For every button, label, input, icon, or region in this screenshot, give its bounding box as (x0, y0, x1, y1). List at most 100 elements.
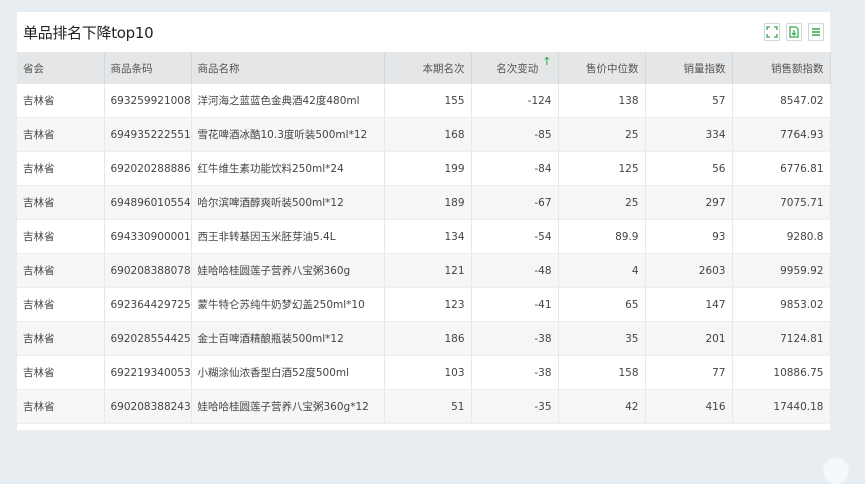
cell-sales-amount-index: 7124.81 (732, 321, 831, 356)
cell-sales-volume-index: 416 (645, 389, 733, 424)
cell-median-price: 138 (558, 84, 646, 118)
table-row[interactable]: 吉林省 6920285544256 金士百啤酒精酿瓶装500ml*12 186 -38 3… (17, 321, 831, 356)
table-row[interactable]: 吉林省 6902083882433 娃哈哈桂圆莲子营养八宝粥360g*12 51 -35… (17, 389, 831, 424)
cell-product-name: 西王非转基因玉米胚芽油5.4L (191, 219, 385, 254)
cell-rank-change: -84 (471, 151, 559, 186)
cell-median-price: 25 (558, 185, 646, 220)
cell-current-rank: 186 (384, 321, 472, 356)
cell-barcode: 6923644297251 (104, 287, 192, 322)
cell-province: 吉林省 (17, 389, 105, 424)
cell-sales-volume-index: 334 (645, 117, 733, 152)
cell-sales-amount-index: 9853.02 (732, 287, 831, 322)
cell-product-name: 小糊涂仙浓香型白酒52度500ml (191, 355, 385, 390)
cell-current-rank: 121 (384, 253, 472, 288)
cell-barcode: 6922193400532 (104, 355, 192, 390)
col-rank-change-label: 名次变动 (496, 62, 539, 75)
cell-sales-volume-index: 77 (645, 355, 733, 390)
cell-province: 吉林省 (17, 185, 105, 220)
cell-median-price: 65 (558, 287, 646, 322)
cell-median-price: 42 (558, 389, 646, 424)
cell-current-rank: 103 (384, 355, 472, 390)
cell-rank-change: -48 (471, 253, 559, 288)
menu-icon (812, 28, 820, 36)
cell-province: 吉林省 (17, 321, 105, 356)
cell-sales-volume-index: 56 (645, 151, 733, 186)
table-row[interactable]: 吉林省 6922193400532 小糊涂仙浓香型白酒52度500ml 103 -38 1… (17, 355, 831, 390)
cell-rank-change: -38 (471, 321, 559, 356)
cell-sales-amount-index: 6776.81 (732, 151, 831, 186)
cell-barcode: 6920202888869 (104, 151, 192, 186)
cell-barcode: 6948960105547 (104, 185, 192, 220)
table-row[interactable]: 吉林省 6902083880781 娃哈哈桂圆莲子营养八宝粥360g 121 -48 4 2… (17, 253, 831, 288)
table-row[interactable]: 吉林省 6920202888869 红牛维生素功能饮料250ml*24 199 -84 1… (17, 151, 831, 186)
cell-product-name: 洋河海之蓝蓝色金典酒42度480ml (191, 84, 385, 118)
cell-barcode: 6949352225515 (104, 117, 192, 152)
cell-province: 吉林省 (17, 151, 105, 186)
cell-barcode: 6902083882433 (104, 389, 192, 424)
col-current-rank[interactable]: 本期名次 (384, 52, 472, 84)
cell-sales-amount-index: 10886.75 (732, 355, 831, 390)
col-rank-change[interactable]: 名次变动↑ (471, 52, 559, 84)
cell-province: 吉林省 (17, 287, 105, 322)
ranking-table: 省会 商品条码 商品名称 本期名次 名次变动↑ 售价中位数 销量指数 销售额指数… (17, 52, 831, 424)
cell-product-name: 雪花啤酒冰酷10.3度听装500ml*12 (191, 117, 385, 152)
cell-sales-volume-index: 57 (645, 84, 733, 118)
table-row[interactable]: 吉林省 6923644297251 蒙牛特仑苏纯牛奶梦幻盖250ml*10 123 -4… (17, 287, 831, 322)
fullscreen-icon (766, 26, 778, 38)
cell-province: 吉林省 (17, 219, 105, 254)
cell-province: 吉林省 (17, 84, 105, 118)
table-body: 吉林省 6932599210086 洋河海之蓝蓝色金典酒42度480ml 155 -12… (17, 84, 831, 424)
table-row[interactable]: 吉林省 6932599210086 洋河海之蓝蓝色金典酒42度480ml 155 -12… (17, 84, 831, 118)
col-median-price[interactable]: 售价中位数 (558, 52, 646, 84)
cell-rank-change: -41 (471, 287, 559, 322)
cell-product-name: 娃哈哈桂圆莲子营养八宝粥360g*12 (191, 389, 385, 424)
cell-current-rank: 189 (384, 185, 472, 220)
table-row[interactable]: 吉林省 6943309000019 西王非转基因玉米胚芽油5.4L 134 -54 89.… (17, 219, 831, 254)
panel-toolbar (764, 23, 824, 41)
cell-product-name: 哈尔滨啤酒醇爽听装500ml*12 (191, 185, 385, 220)
table-row[interactable]: 吉林省 6949352225515 雪花啤酒冰酷10.3度听装500ml*12 168… (17, 117, 831, 152)
cell-sales-amount-index: 9959.92 (732, 253, 831, 288)
ranking-panel: 单品排名下降top10 省会 商品条码 商品名称 本期名次 名次变动↑ 售价中位… (17, 12, 831, 430)
cell-barcode: 6943309000019 (104, 219, 192, 254)
col-sales-amount-index[interactable]: 销售额指数 (732, 52, 831, 84)
col-product-name[interactable]: 商品名称 (191, 52, 385, 84)
cell-rank-change: -35 (471, 389, 559, 424)
cell-median-price: 25 (558, 117, 646, 152)
sort-arrow-icon[interactable]: ↑ (542, 55, 551, 68)
cell-current-rank: 51 (384, 389, 472, 424)
cell-rank-change: -54 (471, 219, 559, 254)
menu-button[interactable] (808, 23, 824, 41)
col-barcode[interactable]: 商品条码 (104, 52, 192, 84)
cell-province: 吉林省 (17, 355, 105, 390)
cell-sales-amount-index: 7764.93 (732, 117, 831, 152)
cell-current-rank: 199 (384, 151, 472, 186)
panel-title: 单品排名下降top10 (23, 23, 154, 42)
panel-header: 单品排名下降top10 (17, 12, 830, 52)
cell-sales-amount-index: 7075.71 (732, 185, 831, 220)
cell-median-price: 89.9 (558, 219, 646, 254)
cell-barcode: 6932599210086 (104, 84, 192, 118)
col-province[interactable]: 省会 (17, 52, 105, 84)
export-button[interactable] (786, 23, 802, 41)
cell-sales-amount-index: 8547.02 (732, 84, 831, 118)
cell-median-price: 35 (558, 321, 646, 356)
cell-sales-amount-index: 17440.18 (732, 389, 831, 424)
col-sales-volume-index[interactable]: 销量指数 (645, 52, 733, 84)
cell-current-rank: 134 (384, 219, 472, 254)
cell-current-rank: 155 (384, 84, 472, 118)
cell-sales-volume-index: 93 (645, 219, 733, 254)
cell-product-name: 红牛维生素功能饮料250ml*24 (191, 151, 385, 186)
cell-median-price: 158 (558, 355, 646, 390)
cell-product-name: 娃哈哈桂圆莲子营养八宝粥360g (191, 253, 385, 288)
scroll-indicator (823, 458, 849, 484)
cell-rank-change: -85 (471, 117, 559, 152)
cell-sales-volume-index: 2603 (645, 253, 733, 288)
fullscreen-button[interactable] (764, 23, 780, 41)
cell-province: 吉林省 (17, 117, 105, 152)
cell-product-name: 金士百啤酒精酿瓶装500ml*12 (191, 321, 385, 356)
cell-median-price: 4 (558, 253, 646, 288)
cell-sales-volume-index: 201 (645, 321, 733, 356)
cell-sales-amount-index: 9280.8 (732, 219, 831, 254)
table-row[interactable]: 吉林省 6948960105547 哈尔滨啤酒醇爽听装500ml*12 189 -67 2… (17, 185, 831, 220)
